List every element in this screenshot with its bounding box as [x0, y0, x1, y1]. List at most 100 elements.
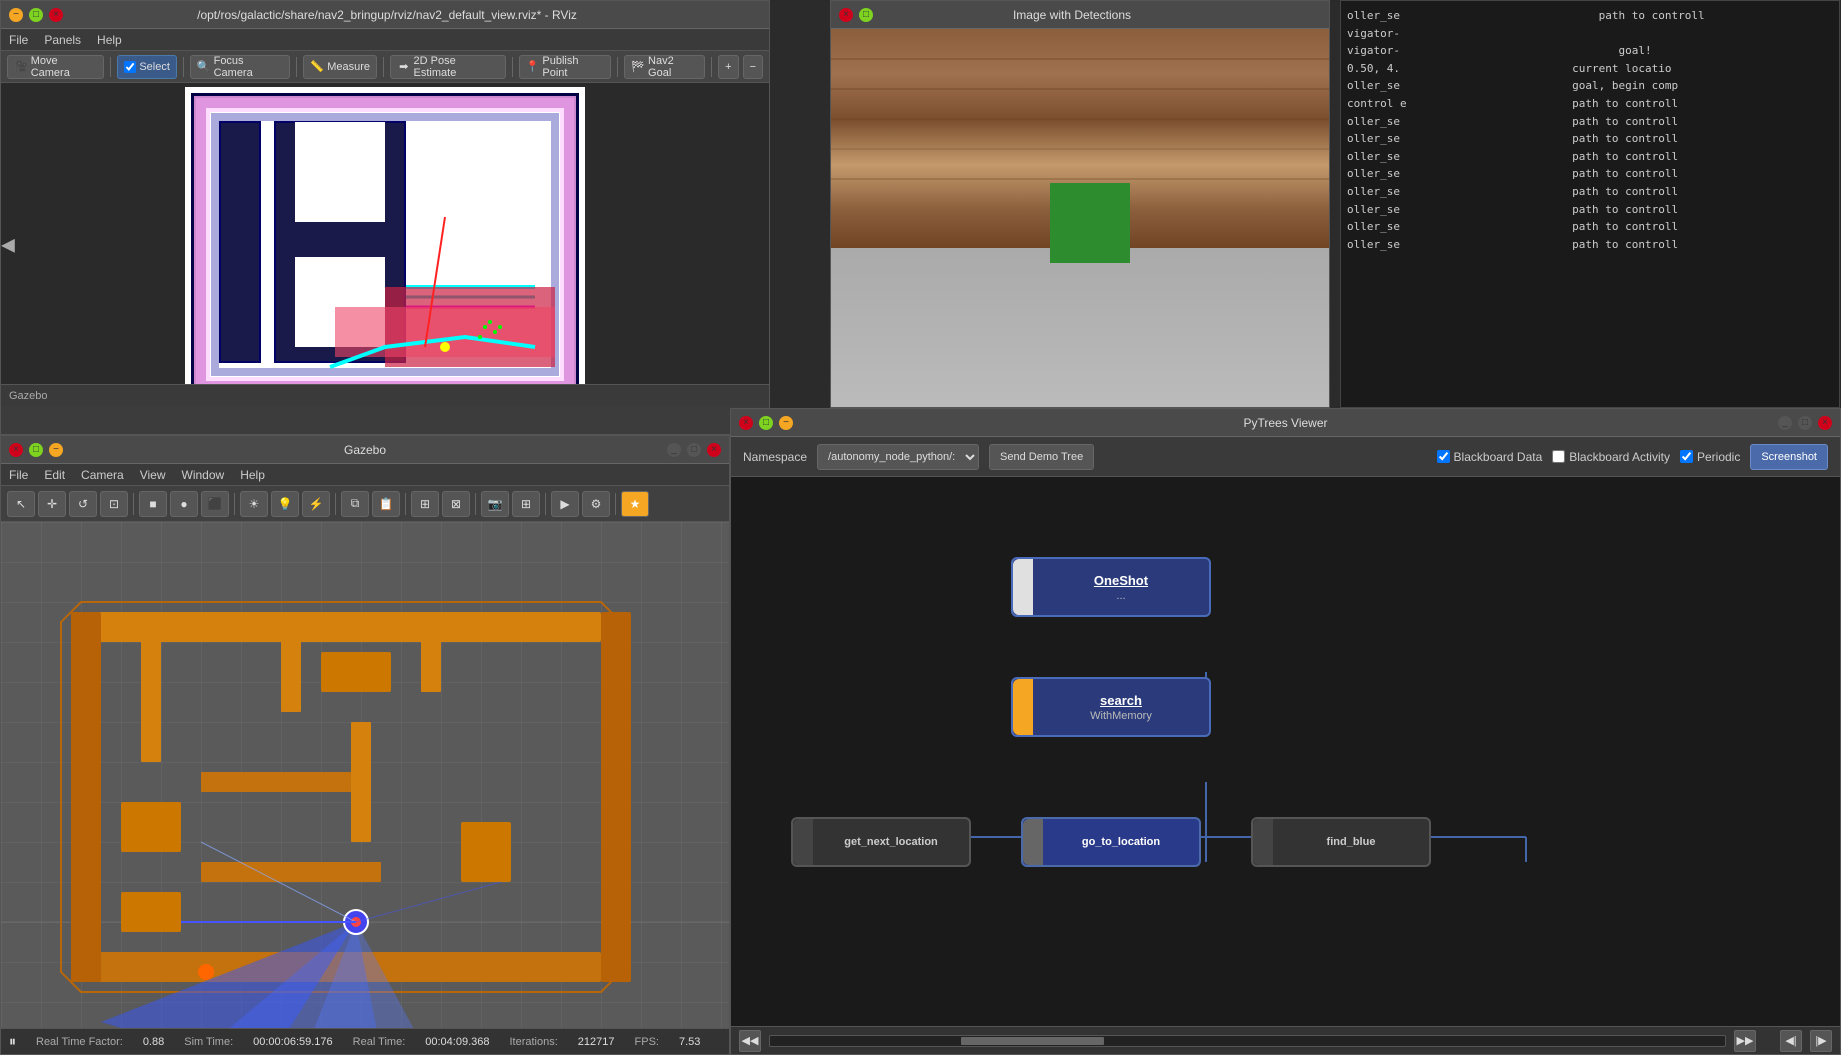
send-demo-tree-btn[interactable]: Send Demo Tree [989, 444, 1094, 470]
rviz-map-area[interactable]: ◀ [1, 83, 769, 406]
console-line-7: oller_se path to controll [1347, 113, 1833, 131]
blackboard-data-checkbox[interactable] [1437, 450, 1450, 463]
gz-snap-btn[interactable]: ⊠ [442, 491, 470, 517]
gazebo-window-controls[interactable]: × □ − [9, 443, 63, 457]
find-blue-node[interactable]: find_blue [1251, 817, 1431, 867]
go-to-location-node[interactable]: go_to_location [1021, 817, 1201, 867]
detection-max-btn[interactable]: □ [859, 8, 873, 22]
gz-rotate-tool[interactable]: ↺ [69, 491, 97, 517]
pytrees-close-btn[interactable]: × [739, 416, 753, 430]
gz-play-btn[interactable]: ▶ [551, 491, 579, 517]
gazebo-extra-close[interactable]: × [707, 443, 721, 457]
rviz-close-btn[interactable]: × [49, 8, 63, 22]
gazebo-menu-file[interactable]: File [9, 468, 28, 482]
gazebo-min-btn[interactable]: − [49, 443, 63, 457]
get-next-location-node[interactable]: get_next_location [791, 817, 971, 867]
goto-inner: go_to_location [1043, 830, 1199, 854]
rviz-window-controls[interactable]: − □ × [9, 8, 63, 22]
gazebo-menu-edit[interactable]: Edit [44, 468, 65, 482]
blackboard-data-checkbox-container[interactable]: Blackboard Data [1437, 450, 1543, 464]
gz-spot-light[interactable]: ⚡ [302, 491, 330, 517]
measure-btn[interactable]: 📏 Measure [303, 55, 377, 79]
console-line-1: oller_se path to controll [1347, 7, 1833, 25]
detection-window-controls[interactable]: × □ [839, 8, 873, 22]
gazebo-pause-btn[interactable]: ⏸ [9, 1033, 16, 1050]
iterations-value: 212717 [578, 1036, 615, 1048]
gz-active-btn[interactable]: ★ [621, 491, 649, 517]
pytrees-window-controls[interactable]: × □ − [739, 416, 793, 430]
focus-camera-icon: 🔍 [197, 60, 211, 74]
console-line-6: control e path to controll [1347, 95, 1833, 113]
move-camera-btn[interactable]: 🎥 Move Camera [7, 55, 104, 79]
blackboard-activity-checkbox[interactable] [1552, 450, 1565, 463]
gazebo-menu-camera[interactable]: Camera [81, 468, 124, 482]
fps-value: 7.53 [679, 1036, 700, 1048]
rviz-menu-file[interactable]: File [9, 33, 28, 47]
select-checkbox[interactable] [124, 61, 136, 73]
screenshot-btn[interactable]: Screenshot [1750, 444, 1828, 470]
publish-point-btn[interactable]: 📍 Publish Point [519, 55, 612, 79]
gazebo-extra-btn1[interactable]: _ [667, 443, 681, 457]
gz-copy-btn[interactable]: ⧉ [341, 491, 369, 517]
search-node[interactable]: search WithMemory [1011, 677, 1211, 737]
subtract-btn[interactable]: − [743, 55, 763, 79]
gz-scale-tool[interactable]: ⊡ [100, 491, 128, 517]
gazebo-menu-help[interactable]: Help [240, 468, 265, 482]
focus-camera-btn[interactable]: 🔍 Focus Camera [190, 55, 290, 79]
console-line-9: oller_se path to controll [1347, 148, 1833, 166]
periodic-checkbox-container[interactable]: Periodic [1680, 450, 1740, 464]
rviz-menu-panels[interactable]: Panels [44, 33, 81, 47]
gazebo-extra-btn2[interactable]: □ [687, 443, 701, 457]
rviz-maximize-btn[interactable]: □ [29, 8, 43, 22]
pt-scrollbar-thumb[interactable] [961, 1037, 1104, 1045]
gz-point-light[interactable]: 💡 [271, 491, 299, 517]
gazebo-max-btn[interactable]: □ [29, 443, 43, 457]
blackboard-activity-checkbox-container[interactable]: Blackboard Activity [1552, 450, 1670, 464]
pose-estimate-btn[interactable]: ➡ 2D Pose Estimate [390, 55, 506, 79]
pt-scroll-left[interactable]: ◀◀ [739, 1030, 761, 1052]
pt-win-close[interactable]: × [1818, 416, 1832, 430]
gz-grid-btn[interactable]: ⊞ [512, 491, 540, 517]
gz-align-btn[interactable]: ⊞ [411, 491, 439, 517]
pytrees-min-btn[interactable]: − [779, 416, 793, 430]
gz-move-tool[interactable]: ✛ [38, 491, 66, 517]
gz-sphere-btn[interactable]: ● [170, 491, 198, 517]
nav2-goal-btn[interactable]: 🏁 Nav2 Goal [624, 55, 705, 79]
pt-scroll-right[interactable]: ▶▶ [1734, 1030, 1756, 1052]
nav2-goal-icon: 🏁 [631, 60, 645, 74]
blackboard-data-label: Blackboard Data [1454, 450, 1543, 464]
pt-scrollbar-track[interactable] [769, 1035, 1726, 1047]
gz-sun-light[interactable]: ☀ [240, 491, 268, 517]
toolbar-sep-1 [110, 57, 111, 77]
pt-win-btn1[interactable]: _ [1778, 416, 1792, 430]
namespace-select[interactable]: /autonomy_node_python/: [817, 444, 979, 470]
gazebo-menu-window[interactable]: Window [182, 468, 225, 482]
oneshot-node[interactable]: OneShot ... [1011, 557, 1211, 617]
gazebo-menu-view[interactable]: View [140, 468, 166, 482]
pt-nav-prev[interactable]: ◀| [1780, 1030, 1802, 1052]
sim-time-value: 00:00:06:59.176 [253, 1036, 333, 1048]
pytrees-max-btn[interactable]: □ [759, 416, 773, 430]
rviz-menu-help[interactable]: Help [97, 33, 122, 47]
gz-settings-btn[interactable]: ⚙ [582, 491, 610, 517]
gz-select-tool[interactable]: ↖ [7, 491, 35, 517]
pt-win-btn2[interactable]: □ [1798, 416, 1812, 430]
detection-close-btn[interactable]: × [839, 8, 853, 22]
gz-screenshot-btn[interactable]: 📷 [481, 491, 509, 517]
add-btn[interactable]: + [718, 55, 738, 79]
rviz-left-arrow[interactable]: ◀ [1, 234, 15, 255]
toolbar-sep-5 [512, 57, 513, 77]
measure-icon: 📏 [310, 60, 324, 74]
pytrees-canvas[interactable]: OneShot ... search WithMemory get_next_l… [731, 477, 1840, 1026]
gazebo-close-btn[interactable]: × [9, 443, 23, 457]
rviz-status-bar: Gazebo [1, 384, 769, 406]
pt-nav-next[interactable]: |▶ [1810, 1030, 1832, 1052]
rviz-minimize-btn[interactable]: − [9, 8, 23, 22]
gz-paste-btn[interactable]: 📋 [372, 491, 400, 517]
periodic-checkbox[interactable] [1680, 450, 1693, 463]
select-btn[interactable]: Select [117, 55, 177, 79]
gz-cylinder-btn[interactable]: ⬛ [201, 491, 229, 517]
gz-sep-1 [133, 493, 134, 515]
gz-box-btn[interactable]: ■ [139, 491, 167, 517]
gazebo-scene[interactable] [1, 522, 729, 1028]
